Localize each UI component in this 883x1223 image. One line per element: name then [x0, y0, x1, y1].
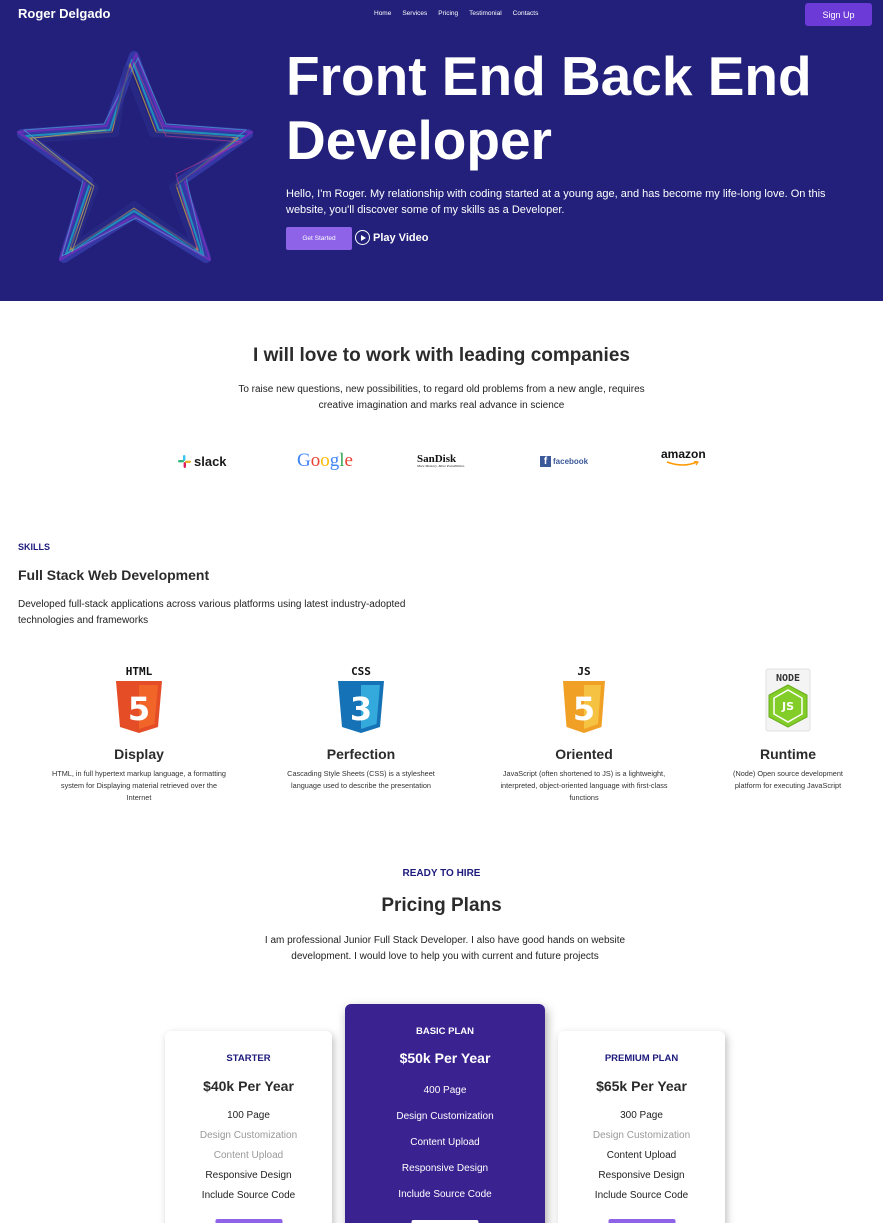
plan-price: $40k Per Year — [203, 1078, 294, 1094]
plan-feature: Include Source Code — [398, 1189, 492, 1200]
skills-description: Developed full-stack applications across… — [18, 599, 406, 626]
premium-plan-button[interactable] — [608, 1219, 675, 1223]
skill-js-description: JavaScript (often shortened to JS) is a … — [500, 769, 668, 802]
facebook-icon: f — [540, 455, 551, 467]
html5-icon: HTML 5 — [116, 665, 162, 733]
pricing-description: I am professional Junior Full Stack Deve… — [264, 935, 626, 962]
sandisk-text: SanDisk — [417, 452, 457, 465]
slack-icon — [178, 454, 191, 468]
plan-feature: Include Source Code — [594, 1190, 689, 1201]
brand-logo[interactable]: Roger Delgado — [18, 6, 110, 21]
skill-node-digit: JS — [781, 700, 794, 713]
plan-features: 300 Page Design Customization Content Up… — [558, 1106, 725, 1206]
signup-button[interactable]: Sign Up — [805, 3, 872, 26]
plan-feature: Design Customization — [396, 1111, 494, 1122]
plan-feature: Responsive Design — [205, 1170, 292, 1181]
css3-icon: CSS 3 — [338, 665, 384, 733]
pricing-card-starter: STARTER $40k Per Year 100 Page Design Cu… — [165, 1031, 332, 1223]
skill-js: JS 5 Oriented JavaScript (often shortene… — [489, 665, 679, 804]
nav-services[interactable]: Services — [402, 10, 427, 17]
plan-feature: Responsive Design — [401, 1163, 489, 1174]
sandisk-logo: SanDisk More Memory. More Possibilities. — [417, 448, 465, 474]
skill-css-description: Cascading Style Sheets (CSS) is a styles… — [287, 769, 435, 790]
slack-text: slack — [194, 453, 227, 469]
skill-node: NODE JS Runtime (Node) Open source devel… — [693, 665, 883, 792]
hero-section: Roger Delgado Home Services Pricing Test… — [0, 0, 883, 301]
star-artwork — [17, 51, 253, 263]
skill-node-name: Runtime — [760, 746, 816, 762]
plan-feature: Design Customization — [199, 1130, 298, 1141]
company-logos: slack Google SanDisk More Memory. More P… — [0, 448, 883, 478]
skills-title: Full Stack Web Development — [18, 567, 210, 583]
skill-js-badge: JS — [577, 665, 590, 678]
skill-css-badge: CSS — [351, 665, 371, 678]
play-icon — [355, 230, 370, 245]
amazon-smile-icon — [667, 461, 700, 466]
nav-home[interactable]: Home — [374, 10, 391, 17]
skill-js-name: Oriented — [555, 746, 613, 762]
plan-feature: 300 Page — [620, 1110, 663, 1121]
skill-html-name: Display — [114, 746, 164, 762]
nav-pricing[interactable]: Pricing — [438, 10, 458, 17]
plan-feature: Responsive Design — [598, 1170, 685, 1181]
skill-css-name: Perfection — [326, 746, 396, 762]
plan-name: PREMIUM PLAN — [604, 1053, 679, 1064]
amazon-text: amazon — [661, 447, 706, 461]
facebook-text: facebook — [553, 456, 589, 466]
plan-feature: 400 Page — [423, 1085, 467, 1096]
pricing-title: Pricing Plans — [381, 895, 502, 916]
amazon-logo: amazon — [661, 448, 706, 474]
play-video-label: Play Video — [373, 231, 429, 244]
plan-feature: Include Source Code — [201, 1190, 296, 1201]
plan-price: $50k Per Year — [399, 1050, 491, 1066]
google-logo: Google — [297, 450, 353, 471]
hero-description: Hello, I'm Roger. My relationship with c… — [286, 188, 826, 216]
plan-feature: Content Upload — [213, 1150, 284, 1161]
plan-features: 100 Page Design Customization Content Up… — [165, 1106, 332, 1206]
nodejs-icon: NODE JS — [765, 668, 811, 732]
hero-title: Front End Back End Developer — [286, 45, 812, 171]
skill-js-digit: 5 — [573, 690, 595, 728]
nav-contacts[interactable]: Contacts — [513, 10, 539, 17]
javascript-icon: JS 5 — [563, 665, 605, 733]
plan-name: BASIC PLAN — [415, 1026, 475, 1037]
skill-css-digit: 3 — [350, 690, 372, 728]
plan-feature: 100 Page — [227, 1110, 270, 1121]
pricing-label: READY TO HIRE — [402, 868, 481, 879]
skill-node-badge: NODE — [776, 673, 800, 684]
main-nav: Home Services Pricing Testimonial Contac… — [374, 10, 538, 17]
facebook-logo: f facebook — [540, 448, 588, 474]
companies-title: I will love to work with leading compani… — [253, 345, 630, 366]
skill-html-description: HTML, in full hypertext markup language,… — [52, 769, 226, 802]
plan-name: STARTER — [226, 1053, 271, 1064]
skill-html-badge: HTML — [126, 665, 153, 678]
skill-node-description: (Node) Open source development platform … — [733, 769, 843, 790]
play-video-button[interactable]: Play Video — [355, 230, 428, 245]
sandisk-tagline: More Memory. More Possibilities. — [417, 463, 465, 468]
plan-features: 400 Page Design Customization Content Up… — [345, 1078, 545, 1208]
companies-description: To raise new questions, new possibilitie… — [238, 384, 645, 411]
plan-feature: Content Upload — [606, 1150, 677, 1161]
starter-plan-button[interactable] — [215, 1219, 282, 1223]
pricing-card-premium: PREMIUM PLAN $65k Per Year 300 Page Desi… — [558, 1031, 725, 1223]
plan-feature: Design Customization — [592, 1130, 691, 1141]
skills-label: SKILLS — [18, 542, 51, 552]
plan-price: $65k Per Year — [596, 1078, 687, 1094]
get-started-button[interactable]: Get Started — [286, 227, 352, 250]
skill-css: CSS 3 Perfection Cascading Style Sheets … — [266, 665, 456, 792]
slack-logo: slack — [178, 448, 227, 474]
skill-html: HTML 5 Display HTML, in full hypertext m… — [44, 665, 234, 804]
plan-feature: Content Upload — [410, 1137, 480, 1148]
nav-testimonial[interactable]: Testimonial — [469, 10, 502, 17]
pricing-card-basic: BASIC PLAN $50k Per Year 400 Page Design… — [345, 1004, 545, 1223]
skill-html-digit: 5 — [128, 690, 150, 728]
